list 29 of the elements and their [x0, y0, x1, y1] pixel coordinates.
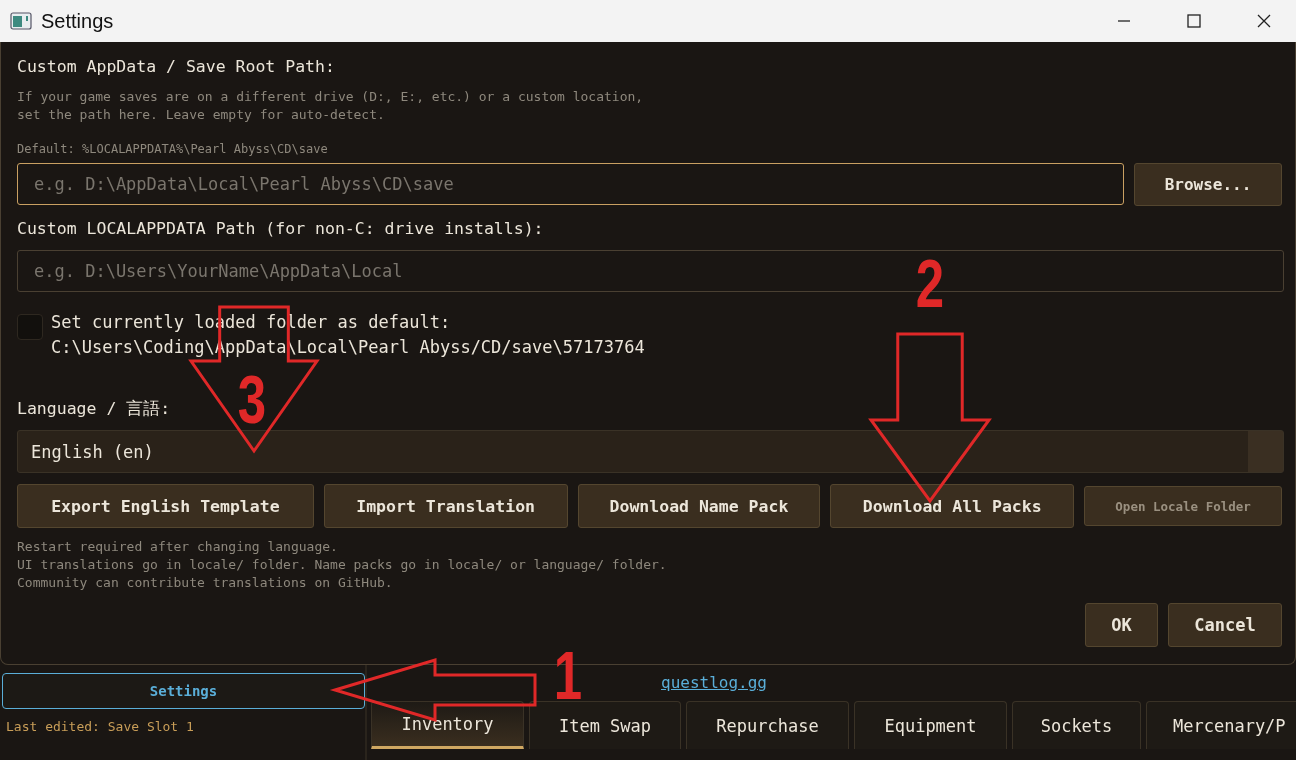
language-action-button[interactable]: Import Translation [323, 484, 568, 528]
close-icon[interactable] [1256, 13, 1272, 29]
field-label: Custom AppData / Save Root Path: [17, 56, 336, 78]
path-input-field[interactable]: e.g. D:\AppData\Local\Pearl Abyss\CD\save [17, 163, 1124, 205]
language-dropdown[interactable]: English (en) [17, 430, 1284, 473]
window-title: Settings [41, 9, 114, 33]
field-label: Custom LOCALAPPDATA Path (for non-C: drive installs): [17, 218, 545, 240]
ok-button[interactable]: OK [1085, 603, 1158, 647]
maximize-icon[interactable] [1186, 13, 1202, 29]
default-path-note: Default: %LOCALAPPDATA%\Pearl Abyss\CD\save [17, 141, 329, 157]
field-label: Language / 言語: [17, 398, 172, 420]
tab[interactable]: Equipment [854, 701, 1007, 749]
settings-button[interactable]: Settings [2, 673, 365, 709]
help-text: If your game saves are on a different drive (D:, E:, etc.) or a custom location, set the path here. Leave empty for auto-detect. [17, 88, 645, 124]
tab[interactable]: Sockets [1012, 701, 1141, 749]
status-text: Last edited: Save Slot 1 [5, 719, 195, 734]
browse-button[interactable]: Browse... [1134, 163, 1282, 206]
help-text: Restart required after changing language. UI translations go in locale/ folder. Name packs go in locale/ or language/ folder. Community can contribute translations on GitHub. [17, 538, 668, 592]
tab[interactable]: Mercenary/P [1146, 701, 1296, 749]
tab[interactable]: Item Swap [529, 701, 681, 749]
language-action-button[interactable]: Export English Template [17, 484, 314, 528]
credit-link[interactable]: questlog.gg [661, 673, 767, 692]
tab[interactable]: Repurchase [686, 701, 849, 749]
cancel-button[interactable]: Cancel [1168, 603, 1282, 647]
app-icon [10, 12, 32, 30]
language-action-button[interactable]: Download All Packs [830, 484, 1075, 528]
tab[interactable]: Inventory [371, 701, 524, 749]
checkbox[interactable] [17, 314, 43, 340]
language-action-button[interactable]: Download Name Pack [577, 484, 821, 528]
